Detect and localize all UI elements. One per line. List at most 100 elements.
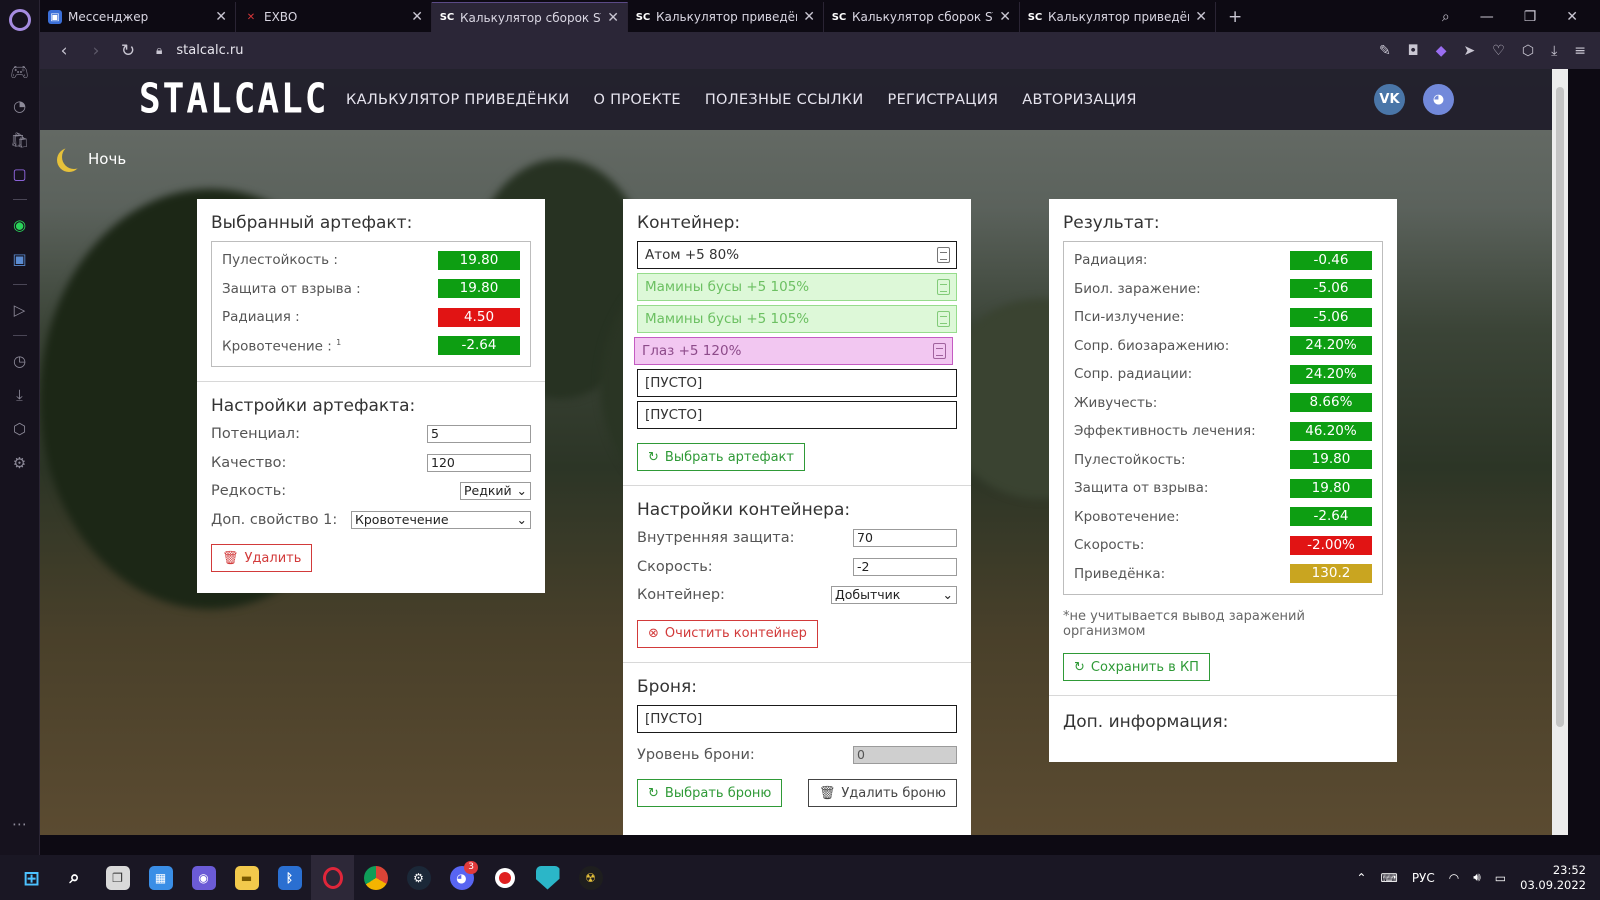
volume-icon[interactable]: 🔊︎: [1473, 870, 1481, 885]
vpn-button[interactable]: [526, 855, 569, 900]
cube-icon[interactable]: ⬡: [1522, 43, 1534, 59]
nav-register[interactable]: РЕГИСТРАЦИЯ: [888, 92, 999, 108]
vk-icon[interactable]: VK: [1374, 84, 1405, 115]
nav-links[interactable]: ПОЛЕЗНЫЕ ССЫЛКИ: [705, 92, 864, 108]
tab-1[interactable]: ✕ EXBO ✕: [236, 2, 432, 32]
tab-2[interactable]: SC Калькулятор сборок STALCALC ✕: [432, 2, 628, 32]
vk-sidebar-icon[interactable]: ▣: [0, 242, 40, 276]
clear-container-button[interactable]: ⊗ Очистить контейнер: [637, 619, 818, 648]
opera-menu-icon[interactable]: [8, 9, 31, 31]
clipboard-icon[interactable]: [937, 247, 950, 263]
heart-icon[interactable]: ♡: [1492, 43, 1505, 59]
container-slot[interactable]: [ПУСТО]: [637, 369, 957, 397]
container-slot[interactable]: Мамины бусы +5 105%: [637, 305, 957, 333]
clock[interactable]: 23:52 03.09.2022: [1520, 863, 1586, 893]
recorder-button[interactable]: [483, 855, 526, 900]
container-slot[interactable]: Глаз +5 120%: [634, 337, 953, 365]
quality-input[interactable]: 120: [427, 453, 531, 472]
menu-icon[interactable]: ≡: [1574, 43, 1586, 59]
save-build-button[interactable]: ↻ Сохранить в КП: [1063, 653, 1210, 681]
gaming-icon[interactable]: 🎮︎: [0, 55, 40, 89]
language-indicator[interactable]: РУС: [1412, 871, 1435, 885]
armor-slot[interactable]: [ПУСТО]: [637, 704, 957, 733]
site-logo[interactable]: STALCALC: [139, 76, 328, 123]
player-icon[interactable]: ▷: [0, 293, 40, 327]
speed-input[interactable]: -2: [853, 557, 957, 576]
url-field[interactable]: stalcalc.ru: [176, 43, 243, 58]
whatsapp-icon[interactable]: ◉: [0, 208, 40, 242]
back-icon[interactable]: ‹: [48, 41, 80, 61]
extensions-icon[interactable]: ⬡: [0, 412, 40, 446]
container-slot[interactable]: Мамины бусы +5 105%: [637, 273, 957, 301]
armor-level-input[interactable]: 0: [853, 745, 957, 764]
restore-icon[interactable]: ❐: [1524, 9, 1537, 25]
extra-property-select[interactable]: Кровотечение ⌄: [351, 510, 531, 529]
task-view-button[interactable]: ❐: [96, 855, 139, 900]
forward-icon[interactable]: ›: [80, 41, 112, 61]
minimize-icon[interactable]: —: [1480, 9, 1494, 25]
speed-dial-icon[interactable]: ◔: [0, 89, 40, 123]
clipboard-icon[interactable]: [937, 279, 950, 295]
tab-0[interactable]: ▣ Мессенджер ✕: [40, 2, 236, 32]
app-button[interactable]: ᛒ: [268, 855, 311, 900]
discord-icon[interactable]: ◕: [1423, 84, 1454, 115]
nav-login[interactable]: АВТОРИЗАЦИЯ: [1022, 92, 1136, 108]
clipboard-icon[interactable]: [937, 311, 950, 327]
inner-protection-input[interactable]: 70: [853, 529, 957, 548]
battery-icon[interactable]: ▭: [1495, 871, 1506, 885]
lock-icon[interactable]: 🔒︎: [156, 43, 162, 58]
close-tab-icon[interactable]: ✕: [1195, 9, 1207, 25]
clipboard-icon[interactable]: [933, 343, 946, 359]
chrome-button[interactable]: [354, 855, 397, 900]
nav-about[interactable]: О ПРОЕКТЕ: [594, 92, 681, 108]
container-type-select[interactable]: Добытчик ⌄: [831, 586, 957, 605]
search-button[interactable]: ⌕: [53, 855, 96, 900]
edit-icon[interactable]: ✎: [1379, 43, 1391, 59]
more-icon[interactable]: ⋯: [0, 807, 40, 841]
reload-icon[interactable]: ↻: [112, 41, 144, 61]
page-scrollbar[interactable]: [1552, 69, 1568, 835]
chevron-up-icon[interactable]: ⌃: [1356, 871, 1366, 885]
close-tab-icon[interactable]: ✕: [215, 9, 227, 25]
rarity-select[interactable]: Редкий ⌄: [460, 482, 531, 501]
select-artifact-button[interactable]: ↻ Выбрать артефакт: [637, 443, 805, 471]
download-icon[interactable]: ⤓: [1551, 43, 1557, 59]
select-armor-button[interactable]: ↻ Выбрать броню: [637, 779, 783, 807]
steam-button[interactable]: ⚙: [397, 855, 440, 900]
chat-button[interactable]: ◉: [182, 855, 225, 900]
close-tab-icon[interactable]: ✕: [411, 9, 423, 25]
delete-armor-button[interactable]: 🗑︎ Удалить броню: [807, 779, 957, 807]
twitch-icon[interactable]: ▢: [0, 157, 40, 191]
tab-4[interactable]: SC Калькулятор сборок STALCALC ✕: [824, 2, 1020, 32]
history-icon[interactable]: ◷: [0, 344, 40, 378]
discord-button[interactable]: ◕ 3: [440, 855, 483, 900]
container-slot[interactable]: [ПУСТО]: [637, 401, 957, 429]
tab-3[interactable]: SC Калькулятор приведённости ✕: [628, 2, 824, 32]
search-tabs-icon[interactable]: ⌕: [1442, 9, 1450, 25]
close-tab-icon[interactable]: ✕: [803, 9, 815, 25]
stalcraft-button[interactable]: ☢: [569, 855, 612, 900]
downloads-icon[interactable]: ⤓: [0, 378, 40, 412]
container-slot[interactable]: Атом +5 80%: [637, 241, 957, 269]
keyboard-icon[interactable]: ⌨: [1380, 871, 1397, 885]
wifi-icon[interactable]: ◠: [1449, 871, 1459, 885]
start-button[interactable]: ⊞: [10, 855, 53, 900]
vpn-icon[interactable]: ◆: [1436, 43, 1447, 59]
opera-button[interactable]: [311, 855, 354, 900]
bag-icon[interactable]: 🛍︎: [0, 123, 40, 157]
nav-calculator[interactable]: КАЛЬКУЛЯТОР ПРИВЕДЁНКИ: [346, 92, 570, 108]
close-window-icon[interactable]: ✕: [1566, 9, 1578, 25]
send-icon[interactable]: ➤: [1464, 43, 1476, 59]
delete-artifact-button[interactable]: 🗑︎ Удалить: [211, 544, 313, 572]
close-tab-icon[interactable]: ✕: [999, 9, 1011, 25]
scrollbar-thumb[interactable]: [1556, 87, 1564, 727]
widgets-button[interactable]: ▦: [139, 855, 182, 900]
explorer-button[interactable]: ▬: [225, 855, 268, 900]
potential-input[interactable]: 5: [427, 425, 531, 444]
tab-5[interactable]: SC Калькулятор приведённости ✕: [1020, 2, 1216, 32]
settings-icon[interactable]: ⚙: [0, 446, 40, 480]
new-tab-icon[interactable]: +: [1216, 2, 1254, 32]
night-toggle[interactable]: Ночь: [54, 147, 126, 171]
snapshot-icon[interactable]: ◘: [1408, 43, 1419, 59]
close-tab-icon[interactable]: ✕: [607, 10, 619, 26]
